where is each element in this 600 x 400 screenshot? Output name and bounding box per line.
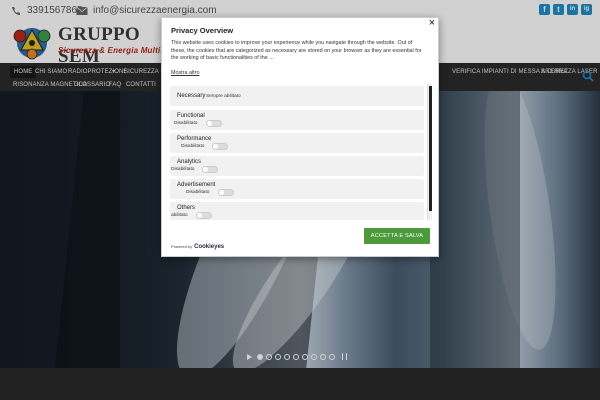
- category-name: Necessary: [177, 93, 206, 99]
- category-name: Others: [177, 205, 196, 211]
- category-advertisement[interactable]: Advertisement Disabilitato: [170, 179, 424, 199]
- category-state: Disabilitato: [181, 144, 205, 149]
- cookie-consent-modal: × Privacy Overview This website uses coo…: [161, 17, 439, 257]
- category-name: Performance: [177, 136, 212, 142]
- category-name: Advertisement: [177, 182, 216, 188]
- category-others[interactable]: Others abilitato: [170, 202, 424, 220]
- powered-by: Powered by Cookieyes: [171, 244, 224, 250]
- category-state: Disabilitato: [171, 167, 195, 172]
- accept-and-save-button[interactable]: ACCETTA E SALVA: [364, 228, 430, 244]
- category-toggle[interactable]: [218, 189, 234, 196]
- modal-scrollbar[interactable]: [427, 84, 432, 220]
- category-state: Sempre abilitato: [206, 94, 241, 99]
- cookie-categories-list[interactable]: Necessary Sempre abilitato Functional Di…: [170, 84, 432, 220]
- category-toggle[interactable]: [196, 212, 212, 219]
- close-icon[interactable]: ×: [429, 18, 435, 29]
- category-name: Functional: [177, 113, 205, 119]
- category-state: Disabilitato: [174, 121, 198, 126]
- powered-by-label: Powered by: [171, 244, 193, 249]
- category-state: abilitato: [171, 213, 188, 218]
- cookieyes-logo[interactable]: Cookieyes: [194, 244, 224, 250]
- category-name: Analytics: [177, 159, 202, 165]
- category-toggle[interactable]: [202, 166, 218, 173]
- category-performance[interactable]: Performance Disabilitato: [170, 133, 424, 153]
- category-necessary[interactable]: Necessary Sempre abilitato: [170, 86, 424, 106]
- category-analytics[interactable]: Analytics Disabilitato: [170, 156, 424, 176]
- category-toggle[interactable]: [212, 143, 228, 150]
- category-functional[interactable]: Functional Disabilitato: [170, 110, 424, 130]
- modal-description: This website uses cookies to improve you…: [171, 40, 422, 61]
- modal-title: Privacy Overview: [171, 26, 234, 35]
- category-toggle[interactable]: [206, 120, 222, 127]
- show-more-link[interactable]: Mostra altro: [171, 70, 199, 76]
- category-state: Disabilitato: [186, 190, 210, 195]
- scrollbar-thumb[interactable]: [429, 86, 432, 211]
